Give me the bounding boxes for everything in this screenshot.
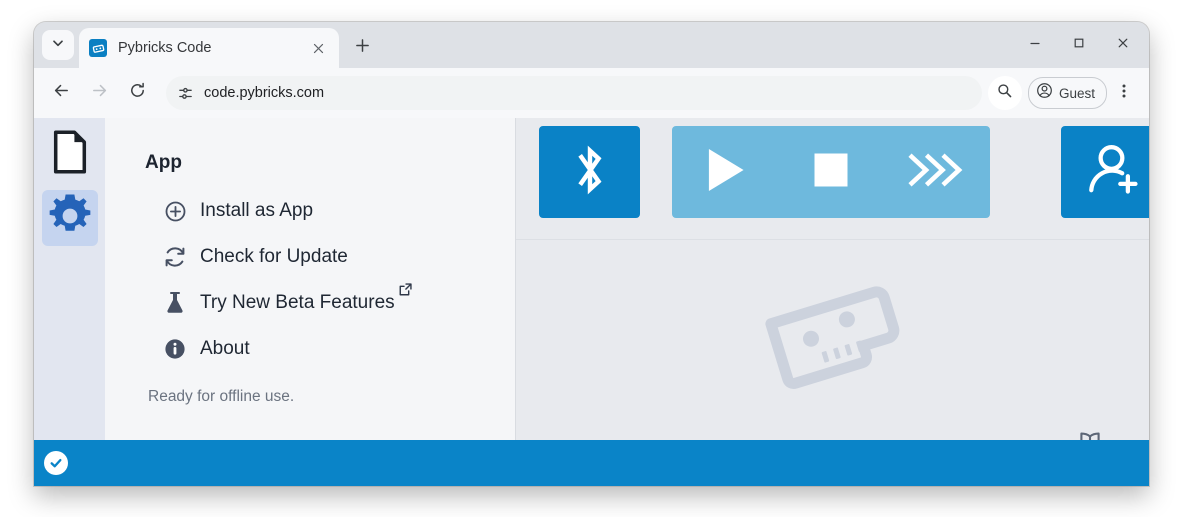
- repl-button[interactable]: [884, 126, 990, 218]
- main-area: [516, 118, 1149, 486]
- profile-button[interactable]: Guest: [1027, 77, 1107, 109]
- zoom-search-icon: [996, 82, 1013, 104]
- browser-window: Pybricks Code code.pybricks.com Guest Ap…: [34, 22, 1149, 486]
- action-toolbar: [516, 118, 1149, 239]
- bluetooth-icon: [567, 140, 613, 205]
- close-icon: [1117, 36, 1129, 54]
- kebab-menu-icon: [1116, 83, 1132, 104]
- stop-square-icon: [809, 148, 853, 197]
- reload-button[interactable]: [120, 76, 154, 110]
- window-minimize-button[interactable]: [1013, 25, 1057, 65]
- reload-icon: [128, 81, 147, 105]
- zoom-indicator-button[interactable]: [987, 76, 1022, 110]
- page-viewport: App Install as App Check for Update Try …: [34, 118, 1149, 486]
- menu-item-label: Check for Update: [200, 246, 348, 267]
- back-arrow-icon: [52, 81, 71, 105]
- window-close-button[interactable]: [1101, 25, 1145, 65]
- new-tab-button[interactable]: [347, 33, 377, 63]
- stop-button[interactable]: [778, 126, 884, 218]
- account-plus-icon: [1086, 141, 1142, 204]
- add-user-button[interactable]: [1061, 126, 1149, 218]
- menu-item-about[interactable]: About: [145, 326, 515, 372]
- window-maximize-button[interactable]: [1057, 25, 1101, 65]
- tab-search-button[interactable]: [42, 30, 74, 60]
- account-circle-icon: [1036, 82, 1053, 104]
- browser-menu-button[interactable]: [1109, 76, 1139, 110]
- menu-item-try-new-beta-features[interactable]: Try New Beta Features: [145, 280, 515, 326]
- menu-item-label: Install as App: [200, 200, 314, 221]
- bluetooth-button[interactable]: [539, 126, 640, 218]
- panel-title: App: [145, 152, 182, 173]
- external-link-icon: [398, 282, 413, 302]
- tab-title: Pybricks Code: [118, 40, 212, 56]
- gear-icon: [48, 194, 92, 243]
- offline-status-text: Ready for offline use.: [148, 388, 295, 405]
- tab-close-icon[interactable]: [307, 37, 329, 59]
- menu-item-install-as-app[interactable]: Install as App: [145, 188, 515, 234]
- refresh-icon: [162, 244, 188, 270]
- chevrons-right-icon: [905, 148, 969, 197]
- menu-item-label: Try New Beta Features: [200, 292, 395, 313]
- forward-button[interactable]: [82, 76, 116, 110]
- pybricks-hub-watermark: [758, 272, 908, 397]
- minimize-icon: [1029, 36, 1041, 54]
- check-circle-icon[interactable]: [44, 451, 68, 475]
- file-document-icon: [51, 129, 89, 179]
- info-circle-icon: [162, 336, 188, 362]
- sidebar-item-explorer[interactable]: [42, 126, 98, 182]
- plus-icon: [355, 38, 370, 58]
- url-text[interactable]: code.pybricks.com: [200, 85, 976, 101]
- sidebar-item-settings[interactable]: [41, 190, 98, 246]
- activity-rail: [34, 118, 105, 486]
- maximize-icon: [1073, 36, 1085, 54]
- back-button[interactable]: [44, 76, 78, 110]
- status-bar: [34, 440, 1149, 486]
- browser-toolbar: code.pybricks.com Guest: [34, 68, 1149, 118]
- menu-item-check-for-update[interactable]: Check for Update: [145, 234, 515, 280]
- flask-icon: [162, 290, 188, 316]
- tune-icon[interactable]: [170, 78, 200, 108]
- address-bar[interactable]: code.pybricks.com: [166, 76, 982, 110]
- menu-item-label: About: [200, 338, 250, 359]
- pybricks-hub-favicon: [89, 39, 107, 57]
- settings-panel: App Install as App Check for Update Try …: [105, 118, 516, 486]
- screenshot-root: Pybricks Code code.pybricks.com Guest Ap…: [0, 0, 1183, 517]
- play-icon: [700, 144, 750, 201]
- plus-circle-icon: [162, 198, 188, 224]
- run-button[interactable]: [672, 126, 778, 218]
- browser-tab[interactable]: Pybricks Code: [79, 28, 339, 68]
- window-controls: [1013, 22, 1145, 68]
- profile-label: Guest: [1058, 85, 1095, 101]
- tab-strip: Pybricks Code: [34, 22, 1149, 68]
- forward-arrow-icon: [90, 81, 109, 105]
- run-controls-group: [672, 126, 990, 218]
- chevron-down-icon: [52, 36, 64, 54]
